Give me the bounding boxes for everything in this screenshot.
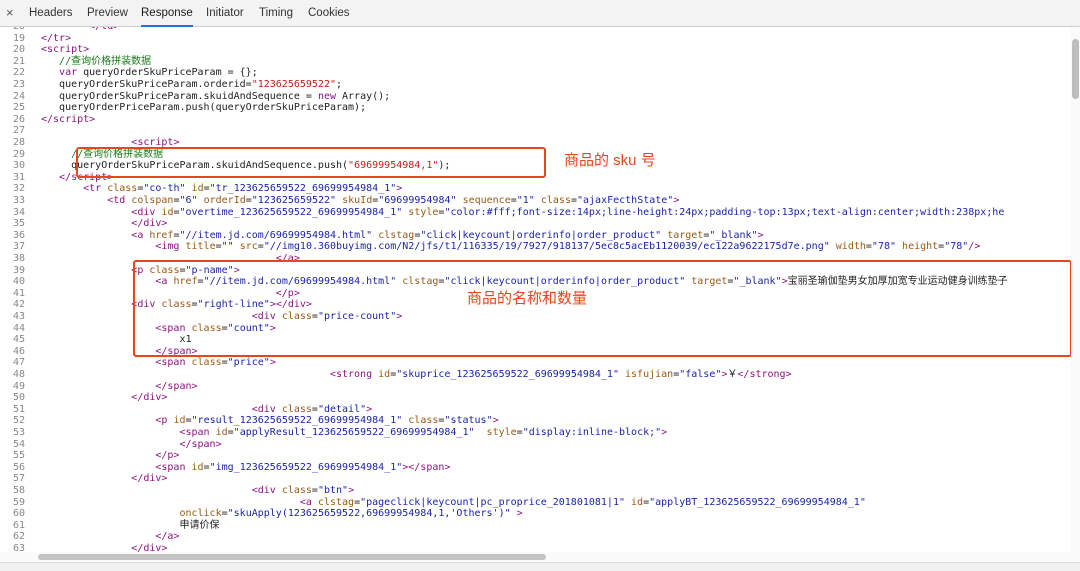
line-number: 59 xyxy=(12,496,25,508)
line-number: 35 xyxy=(12,218,25,230)
tab-initiator[interactable]: Initiator xyxy=(206,0,244,26)
code-line: </td> xyxy=(89,27,119,33)
code-line: </p> xyxy=(155,450,180,462)
code-line: <tr class="co-th" id="tr_123625659522_69… xyxy=(83,183,403,195)
annotation-box-sku xyxy=(76,147,546,178)
code-line: //查询价格拼装数据 xyxy=(59,55,152,67)
line-number: 61 xyxy=(12,519,25,531)
code-line: var queryOrderSkuPriceParam = {}; xyxy=(59,67,258,79)
code-line: </span> xyxy=(155,380,198,392)
tab-cookies[interactable]: Cookies xyxy=(308,0,350,26)
line-number: 51 xyxy=(12,403,25,415)
line-number: 57 xyxy=(12,473,25,485)
line-number: 62 xyxy=(12,531,25,543)
line-number: 43 xyxy=(12,311,25,322)
code-line: queryOrderPriceParam.push(queryOrderSkuP… xyxy=(59,102,367,114)
line-number: 36 xyxy=(12,229,25,241)
line-number: 23 xyxy=(12,79,25,90)
line-number: 60 xyxy=(12,508,25,520)
code-line: <p id="result_123625659522_69699954984_1… xyxy=(155,415,499,427)
line-number: 41 xyxy=(12,287,25,299)
line-number: 19 xyxy=(12,32,25,44)
close-icon[interactable]: × xyxy=(6,5,14,20)
line-number: 40 xyxy=(12,276,25,288)
line-number: 42 xyxy=(12,299,25,311)
line-number: 33 xyxy=(12,195,25,206)
code-line: <span class="price"> xyxy=(155,357,276,369)
code-line: <td colspan="6" orderId="123625659522" s… xyxy=(107,195,680,206)
line-number: 58 xyxy=(12,485,25,496)
code-line: </script> xyxy=(41,113,96,125)
code-line: <a href="//item.jd.com/69699954984.html"… xyxy=(131,229,764,241)
tab-preview[interactable]: Preview xyxy=(87,0,128,26)
code-line: onclick="skuApply(123625659522,696999549… xyxy=(179,508,523,520)
line-number: 20 xyxy=(12,44,25,56)
line-number: 52 xyxy=(12,415,25,427)
line-number: 31 xyxy=(12,171,25,183)
line-number: 56 xyxy=(12,461,25,473)
code-line: </div> xyxy=(131,218,168,230)
code-line: <a clstag="pageclick|keycount|pc_propric… xyxy=(299,496,866,508)
line-number: 30 xyxy=(12,160,25,172)
line-number: 48 xyxy=(12,369,25,380)
line-number: 34 xyxy=(12,206,25,218)
line-number: 46 xyxy=(12,345,25,357)
line-number: 50 xyxy=(12,392,25,404)
code-line: <strong id="skuprice_123625659522_696999… xyxy=(329,369,792,380)
line-number: 22 xyxy=(12,67,25,79)
horizontal-scroll-thumb[interactable] xyxy=(38,554,546,560)
line-number: 29 xyxy=(12,148,25,160)
code-line: </span> xyxy=(179,438,222,450)
line-number: 27 xyxy=(12,125,25,137)
code-line: </tr> xyxy=(41,32,72,44)
code-line: <span id="applyResult_123625659522_69699… xyxy=(179,427,668,438)
code-line: </div> xyxy=(131,473,168,485)
annotation-label-sku: 商品的 sku 号 xyxy=(564,152,656,169)
line-number: 54 xyxy=(12,438,25,450)
line-number: 47 xyxy=(12,357,25,369)
line-number: 39 xyxy=(12,264,25,276)
tab-timing[interactable]: Timing xyxy=(259,0,293,26)
tab-headers[interactable]: Headers xyxy=(29,0,72,26)
devtools-tabbar: × Headers Preview Response Initiator Tim… xyxy=(0,0,1080,27)
line-number: 24 xyxy=(12,90,25,102)
code-line: <script> xyxy=(41,44,90,56)
line-number: 44 xyxy=(12,322,25,334)
code-line: </div> xyxy=(131,392,168,404)
line-number: 53 xyxy=(12,427,25,438)
code-line: </a> xyxy=(155,531,180,543)
line-number: 38 xyxy=(12,253,25,264)
line-number: 55 xyxy=(12,450,25,462)
line-number: 28 xyxy=(12,137,25,148)
code-line: <div class="btn"> xyxy=(251,485,355,496)
code-line: <span id="img_123625659522_69699954984_1… xyxy=(155,461,451,473)
code-line: queryOrderSkuPriceParam.orderid="1236256… xyxy=(59,79,343,90)
line-number: 25 xyxy=(12,102,25,114)
annotation-box-name-qty xyxy=(133,260,1072,357)
tab-response[interactable]: Response xyxy=(141,0,193,27)
line-number: 32 xyxy=(12,183,25,195)
line-number: 21 xyxy=(12,55,25,67)
code-line: 申请价保 xyxy=(179,519,220,531)
code-line: <img title="" src="//img10.360buyimg.com… xyxy=(155,241,981,253)
code-line: <div id="overtime_123625659522_696999549… xyxy=(131,206,1005,218)
line-number: 26 xyxy=(12,113,25,125)
vertical-scroll-thumb[interactable] xyxy=(1072,39,1079,99)
code-line: queryOrderSkuPriceParam.skuidAndSequence… xyxy=(59,90,391,102)
line-number: 45 xyxy=(12,334,25,346)
annotation-label-name-qty: 商品的名称和数量 xyxy=(467,290,588,307)
line-number: 49 xyxy=(12,380,25,392)
vertical-scrollbar[interactable] xyxy=(1071,27,1080,558)
line-number: 37 xyxy=(12,241,25,253)
code-line: <div class="detail"> xyxy=(251,403,373,415)
horizontal-scrollbar[interactable] xyxy=(0,552,1080,562)
